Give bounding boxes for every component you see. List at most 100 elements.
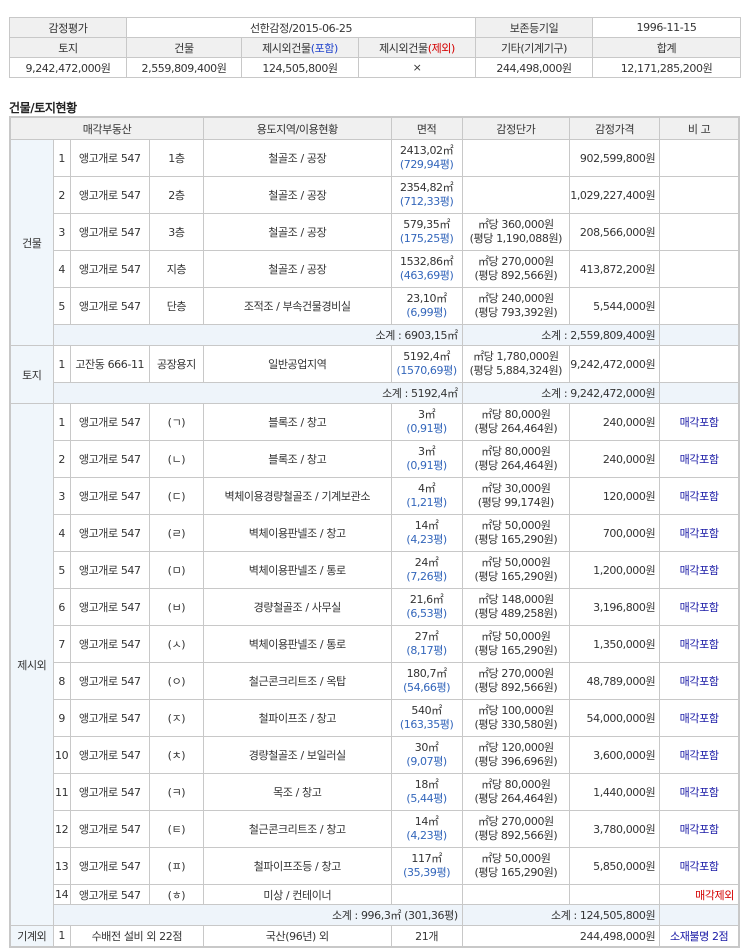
unit-price-line1: ㎡당 50,000원: [481, 556, 551, 569]
appraised-price: 3,600,000원: [568, 736, 661, 774]
use-status: 일반공업지역: [203, 345, 392, 383]
area-line1: 14㎡: [414, 519, 439, 532]
machinery-row: 기계외 1 수배전 설비 외 22점 국산(96년) 외 21개 244,498,000원…: [9, 925, 740, 947]
row-number: 10: [52, 736, 71, 774]
floor: (ㅍ): [148, 847, 205, 885]
included-badge: 매각포함: [659, 662, 740, 700]
unit-price: ㎡당 100,000원 (평당 330,580원): [461, 699, 571, 737]
area-line1: 2354,82㎡: [399, 181, 454, 194]
appraised-price: 240,000원: [568, 440, 661, 478]
value-land: 9,242,472,000원: [9, 57, 127, 78]
area: 2413,02㎡ (729,94평): [390, 139, 463, 177]
unit-price-line2: (평당 264,464원): [474, 422, 558, 435]
included-badge: 매각포함: [659, 477, 740, 515]
subtotal-area: 소계 : 6903,15㎡: [52, 324, 463, 346]
area: 5192,4㎡ (1570,69평): [390, 345, 463, 383]
row-number: 1: [52, 925, 71, 947]
area: 18㎡ (5,44평): [390, 773, 463, 811]
unit-price-line1: ㎡당 80,000원: [481, 408, 551, 421]
unit-price: ㎡당 270,000원 (평당 892,566원): [461, 250, 571, 288]
area-line2: (5,44평): [406, 792, 447, 805]
unit-price: ㎡당 50,000원 (평당 165,290원): [461, 625, 571, 663]
machine-price: 244,498,000원: [461, 925, 661, 947]
address: 앵고개로 547: [69, 625, 150, 663]
area-line2: (175,25평): [399, 232, 454, 245]
machine-note: 소재불명 2점: [659, 925, 740, 947]
address: 앵고개로 547: [69, 884, 150, 905]
area-line2: (9,07평): [406, 755, 447, 768]
unit-price-line1: ㎡당 270,000원: [477, 667, 554, 680]
row-number: 1: [52, 139, 71, 177]
machine-qty: 21개: [390, 925, 463, 947]
floor: (ㅌ): [148, 810, 205, 848]
area-line2: (1570,69평): [396, 364, 458, 377]
unit-price-line2: (평당 330,580원): [474, 718, 558, 731]
appraised-price: [568, 884, 661, 905]
unit-price-line1: ㎡당 80,000원: [481, 778, 551, 791]
area-line1: 24㎡: [414, 556, 439, 569]
area: 14㎡ (4,23평): [390, 810, 463, 848]
area: 3㎡ (0,91평): [390, 440, 463, 478]
area-line2: (4,23평): [406, 533, 447, 546]
included-badge: 매각포함: [659, 847, 740, 885]
table-row: 4 앵고개로 547 (ㄹ) 벽체이용판넬조 / 창고 14㎡ (4,23평) ㎡당 50,…: [10, 514, 740, 552]
unit-price-line2: (평당 892,566원): [474, 269, 558, 282]
area-line1: 27㎡: [414, 630, 439, 643]
address: 앵고개로 547: [69, 213, 150, 251]
row-number: 9: [52, 699, 71, 737]
included-badge: 매각포함: [659, 514, 740, 552]
included-badge: 매각포함: [659, 773, 740, 811]
unit-price-line1: ㎡당 270,000원: [477, 255, 554, 268]
unit-price: [461, 884, 571, 905]
area-line2: (35,39평): [403, 866, 451, 879]
appraised-price: 1,200,000원: [568, 551, 661, 589]
use-status: 경량철골조 / 보일러실: [203, 736, 392, 774]
table-row: 13 앵고개로 547 (ㅍ) 철파이프조등 / 창고 117㎡ (35,39평) ㎡당 5…: [10, 847, 740, 885]
floor: (ㅈ): [148, 699, 205, 737]
area-line2: (0,91평): [406, 422, 447, 435]
use-status: 철파이프조 / 창고: [203, 699, 392, 737]
floor: 단층: [148, 287, 205, 325]
table-row: 5 앵고개로 547 (ㅁ) 벽체이용판넬조 / 통로 24㎡ (7,26평) ㎡당 50,…: [10, 551, 740, 589]
row-number: 5: [52, 287, 71, 325]
address: 앵고개로 547: [69, 588, 150, 626]
header-machinery: 기타(기계기구): [475, 37, 593, 58]
header-extra-included: 제시외건물(포함): [241, 37, 359, 58]
category-machine: 기계외: [9, 925, 54, 947]
area-line1: 5192,4㎡: [403, 350, 450, 363]
use-status: 미상 / 컨테이너: [203, 884, 392, 905]
address: 앵고개로 547: [69, 403, 150, 441]
row-number: 1: [52, 403, 71, 441]
unit-price: ㎡당 270,000원 (평당 892,566원): [461, 810, 571, 848]
table-row: 건물 1 앵고개로 547 1층 철골조 / 공장 2413,02㎡ (729,94평) 90…: [9, 139, 740, 346]
included-badge: [659, 250, 740, 288]
area-line2: (463,69평): [399, 269, 454, 282]
appraisal-value: 선한감정/2015-06-25: [126, 17, 476, 38]
area-line1: 4㎡: [418, 482, 436, 495]
registry-value: 1996-11-15: [592, 17, 741, 38]
appraised-price: 1,029,227,400원: [568, 176, 661, 214]
address: 앵고개로 547: [69, 662, 150, 700]
excluded-badge: 매각제외: [659, 884, 740, 905]
unit-price-line2: (평당 264,464원): [474, 459, 558, 472]
appraised-price: 1,440,000원: [568, 773, 661, 811]
property-table: 매각부동산 용도지역/이용현황 면적 감정단가 감정가격 비 고 건물 1 앵고개로…: [9, 116, 740, 948]
unit-price-line2: (평당 99,174원): [477, 496, 555, 509]
appraisal-label: 감정평가: [9, 17, 127, 38]
area-line1: 540㎡: [411, 704, 442, 717]
unit-price: ㎡당 80,000원 (평당 264,464원): [461, 440, 571, 478]
area: 117㎡ (35,39평): [390, 847, 463, 885]
floor: (ㅁ): [148, 551, 205, 589]
unit-price: ㎡당 120,000원 (평당 396,696원): [461, 736, 571, 774]
header-total: 합계: [592, 37, 741, 58]
registry-label: 보존등기일: [475, 17, 593, 38]
area-line2: (1,21평): [406, 496, 447, 509]
unit-price-line2: (평당 165,290원): [474, 866, 558, 879]
area-line2: (729,94평): [399, 158, 454, 171]
area-line2: (54,66평): [403, 681, 451, 694]
area-line2: (6,99평): [406, 306, 447, 319]
subtotal-blank: [659, 904, 740, 926]
unit-price-line2: (평당 264,464원): [474, 792, 558, 805]
appraised-price: 240,000원: [568, 403, 661, 441]
floor: (ㅎ): [148, 884, 205, 905]
